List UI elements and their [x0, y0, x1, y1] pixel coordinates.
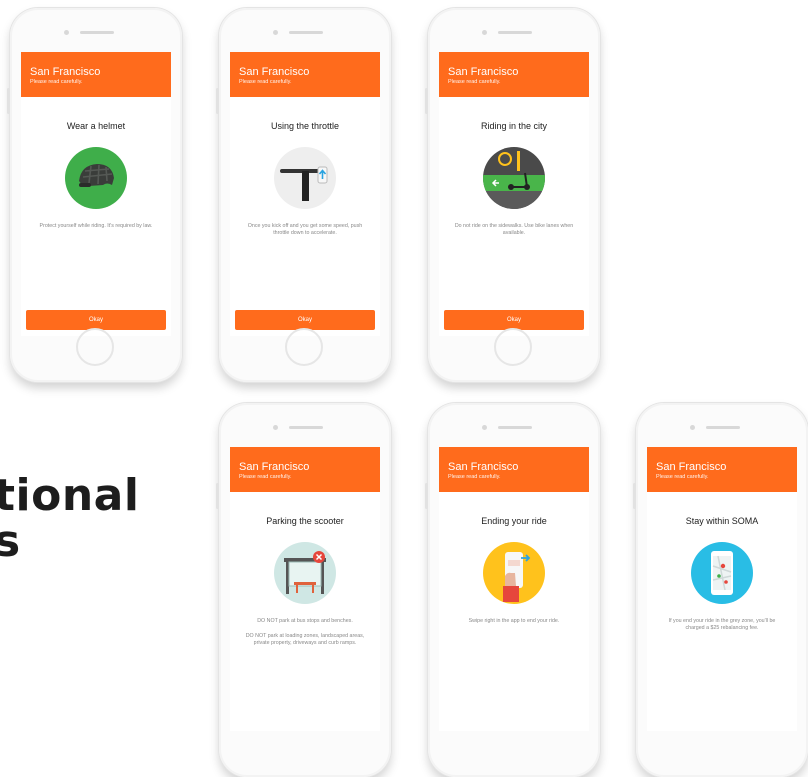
card-description: If you end your ride in the grey zone, y… [668, 618, 776, 631]
city-title: San Francisco [239, 461, 310, 473]
screen: San Francisco Please read carefully. Wea… [21, 52, 171, 336]
header-subtitle: Please read carefully. [239, 79, 292, 85]
city-title: San Francisco [30, 66, 101, 78]
card-description-secondary: DO NOT park at loading zones, landscaped… [245, 633, 365, 646]
camera-icon [482, 425, 487, 430]
city-title: San Francisco [448, 66, 519, 78]
speaker-grille [706, 426, 740, 429]
header-subtitle: Please read carefully. [239, 474, 292, 480]
okay-button[interactable]: Okay [444, 310, 584, 330]
card-title: Stay within SOMA [685, 516, 759, 526]
okay-button[interactable]: Okay [235, 310, 375, 330]
header-subtitle: Please read carefully. [656, 474, 709, 480]
speaker-grille [498, 426, 532, 429]
screen: San Francisco Please read carefully. Sta… [647, 447, 797, 731]
swipe-phone-icon [483, 542, 545, 604]
speaker-grille [289, 31, 323, 34]
helmet-icon [65, 147, 127, 209]
screen: San Francisco Please read carefully. Usi… [230, 52, 380, 336]
screen: San Francisco Please read carefully. Par… [230, 447, 380, 731]
phone-ending-ride: San Francisco Please read carefully. End… [425, 403, 600, 777]
card-description: Protect yourself while riding. It's requ… [39, 223, 153, 229]
header-subtitle: Please read carefully. [448, 474, 501, 480]
card-description: Do not ride on the sidewalks. Use bike l… [454, 223, 574, 236]
home-button[interactable] [285, 328, 323, 366]
phone-using-throttle: San Francisco Please read carefully. Usi… [216, 8, 391, 382]
screen-header: San Francisco Please read carefully. [21, 52, 171, 97]
screen-header: San Francisco Please read carefully. [439, 52, 589, 97]
card-description: DO NOT park at bus stops and benches. [257, 618, 353, 624]
headline-line-1: tional [0, 470, 140, 521]
camera-icon [690, 425, 695, 430]
camera-icon [273, 425, 278, 430]
okay-button[interactable]: Okay [26, 310, 166, 330]
home-button[interactable] [76, 328, 114, 366]
camera-icon [482, 30, 487, 35]
screen-header: San Francisco Please read carefully. [230, 447, 380, 492]
map-phone-icon [691, 542, 753, 604]
home-button[interactable] [494, 328, 532, 366]
header-subtitle: Please read carefully. [448, 79, 501, 85]
card-title: Riding in the city [480, 121, 548, 131]
camera-icon [273, 30, 278, 35]
city-title: San Francisco [656, 461, 727, 473]
card-title: Ending your ride [481, 516, 547, 526]
city-lane-icon [483, 147, 545, 209]
screen-header: San Francisco Please read carefully. [647, 447, 797, 492]
bus-stop-icon [274, 542, 336, 604]
card-description: Swipe right in the app to end your ride. [468, 618, 560, 624]
phone-riding-city: San Francisco Please read carefully. Rid… [425, 8, 600, 382]
page-headline: tional s [0, 474, 139, 564]
throttle-icon [274, 147, 336, 209]
screen: San Francisco Please read carefully. Rid… [439, 52, 589, 336]
city-title: San Francisco [448, 461, 519, 473]
headline-line-2: s [0, 516, 21, 567]
city-title: San Francisco [239, 66, 310, 78]
phone-stay-soma: San Francisco Please read carefully. Sta… [633, 403, 808, 777]
speaker-grille [289, 426, 323, 429]
speaker-grille [498, 31, 532, 34]
card-title: Wear a helmet [66, 121, 126, 131]
speaker-grille [80, 31, 114, 34]
camera-icon [64, 30, 69, 35]
screen: San Francisco Please read carefully. End… [439, 447, 589, 731]
header-subtitle: Please read carefully. [30, 79, 83, 85]
screen-header: San Francisco Please read carefully. [230, 52, 380, 97]
card-title: Using the throttle [270, 121, 340, 131]
phone-wear-helmet: San Francisco Please read carefully. Wea… [7, 8, 182, 382]
card-title: Parking the scooter [266, 516, 344, 526]
phone-parking-scooter: San Francisco Please read carefully. Par… [216, 403, 391, 777]
card-description: Once you kick off and you get some speed… [247, 223, 363, 236]
screen-header: San Francisco Please read carefully. [439, 447, 589, 492]
